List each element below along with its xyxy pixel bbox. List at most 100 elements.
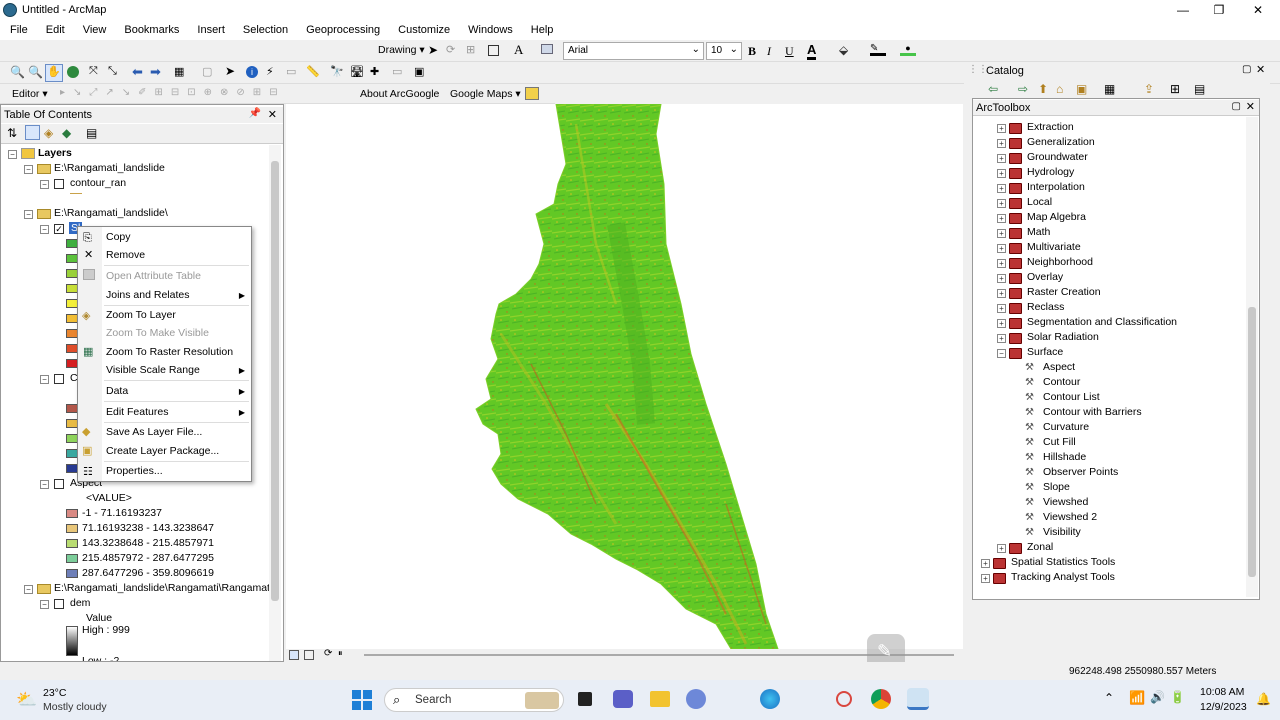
underline-button[interactable]: U [785, 44, 794, 59]
tool-item[interactable]: Hillshade [1043, 451, 1086, 463]
expand-icon[interactable]: + [997, 139, 1006, 148]
collapse-icon[interactable]: − [40, 225, 49, 234]
collapse-icon[interactable]: − [24, 210, 33, 219]
notifications-icon[interactable]: 🔔 [1256, 692, 1271, 706]
close-button[interactable]: ✕ [1240, 0, 1276, 20]
google-maps-menu[interactable]: Google Maps ▾ [450, 88, 521, 100]
arcmap-taskbar-icon[interactable] [907, 688, 929, 710]
expand-icon[interactable]: + [997, 214, 1006, 223]
maximize-button[interactable]: ❐ [1201, 0, 1237, 20]
home-folder-icon[interactable]: ⌂ [1056, 82, 1063, 96]
zoom-in-icon[interactable]: 🔍 [10, 65, 25, 79]
edit-tools-icon[interactable]: ▸↘⤢↗↘✐⊞⊟⊡⊕⊗⊘⊞⊟ [60, 87, 286, 98]
tool-item[interactable]: Viewshed [1043, 496, 1088, 508]
clock-time[interactable]: 10:08 AM [1200, 686, 1244, 698]
taskbar-search-box[interactable]: ⌕ Search [384, 688, 564, 712]
menu-file[interactable]: File [0, 24, 36, 36]
source-folder-3[interactable]: E:\Rangamati_landslide\Rangamati\Rangama… [54, 582, 275, 594]
italic-button[interactable]: I [767, 44, 771, 59]
tool-item[interactable]: Observer Points [1043, 466, 1118, 478]
expand-icon[interactable]: + [981, 559, 990, 568]
expand-icon[interactable]: + [997, 289, 1006, 298]
collapse-icon[interactable]: − [40, 480, 49, 489]
font-size-select[interactable]: 10 ⌄ [706, 42, 742, 60]
toolset-item[interactable]: Raster Creation [1027, 286, 1101, 298]
expand-icon[interactable]: + [997, 244, 1006, 253]
menu-item-zoom-to-make-visible[interactable]: Zoom To Make Visible [106, 327, 209, 339]
wifi-icon[interactable]: 📶 [1129, 690, 1145, 706]
toolset-item[interactable]: Solar Radiation [1027, 331, 1099, 343]
menu-item-remove[interactable]: Remove [106, 249, 145, 261]
map-view[interactable] [286, 104, 963, 649]
horizontal-scrollbar[interactable] [364, 654, 954, 656]
show-hidden-icons-icon[interactable]: ⌃ [1104, 691, 1114, 705]
menu-geoprocessing[interactable]: Geoprocessing [296, 24, 388, 36]
fixed-zoom-out-icon[interactable]: ⤡ [108, 65, 117, 78]
pin-icon[interactable]: 📌 [249, 108, 261, 119]
tool-item[interactable]: Contour [1043, 376, 1080, 388]
opera-icon[interactable] [836, 691, 852, 707]
zoom-out-icon[interactable]: 🔍 [28, 65, 43, 79]
menu-insert[interactable]: Insert [187, 24, 233, 36]
windows-start-icon[interactable] [352, 690, 372, 710]
arctoolbox-maximize-icon[interactable]: ▢ [1232, 101, 1241, 112]
line-color-icon[interactable]: ✎ [870, 43, 886, 56]
weather-desc[interactable]: Mostly cloudy [43, 701, 107, 713]
measure-icon[interactable]: 📏 [306, 65, 320, 78]
toc-scrollbar[interactable] [269, 145, 281, 661]
edge-browser-icon[interactable] [760, 689, 780, 709]
expand-icon[interactable]: + [997, 334, 1006, 343]
collapse-icon[interactable]: − [24, 585, 33, 594]
collapse-icon[interactable]: − [40, 600, 49, 609]
collapse-icon[interactable]: − [40, 180, 49, 189]
layer-visibility-checkbox[interactable] [54, 599, 64, 609]
collapse-icon[interactable]: − [24, 165, 33, 174]
full-extent-icon[interactable] [67, 66, 79, 78]
pan-icon[interactable]: ✋ [45, 64, 63, 82]
layer-visibility-checkbox[interactable] [54, 179, 64, 189]
toolset-item[interactable]: Surface [1027, 346, 1063, 358]
toolset-item[interactable]: Reclass [1027, 301, 1064, 313]
layer-visibility-checkbox[interactable] [54, 479, 64, 489]
data-view-icon[interactable] [289, 650, 299, 660]
layer-contour[interactable]: contour_ran [70, 177, 126, 189]
toolset-item[interactable]: Map Algebra [1027, 211, 1086, 223]
rotate-icon[interactable]: ⟳ [446, 43, 455, 56]
toolset-item[interactable]: Hydrology [1027, 166, 1074, 178]
list-by-visibility-icon[interactable]: ◈ [44, 126, 53, 140]
minimize-button[interactable]: — [1165, 0, 1201, 20]
forward-icon[interactable]: ➡ [150, 64, 161, 80]
toolset-item[interactable]: Extraction [1027, 121, 1074, 133]
menu-item-zoom-raster-resolution[interactable]: Zoom To Raster Resolution [106, 346, 233, 358]
menu-item-data[interactable]: Data [106, 385, 128, 397]
expand-icon[interactable]: + [997, 124, 1006, 133]
layout-view-icon[interactable] [304, 650, 314, 660]
pause-icon[interactable]: ⏸ [338, 648, 343, 659]
battery-icon[interactable]: 🔋 [1170, 690, 1185, 704]
toolset-item[interactable]: Zonal [1027, 541, 1053, 553]
menu-item-create-layer-package[interactable]: Create Layer Package... [106, 445, 219, 457]
menu-item-properties[interactable]: Properties... [106, 465, 163, 477]
collapse-icon[interactable]: − [40, 375, 49, 384]
expand-icon[interactable]: + [997, 169, 1006, 178]
bold-button[interactable]: B [748, 44, 756, 59]
toggle-contents-icon[interactable]: ⊞ [1170, 82, 1180, 96]
text-icon[interactable]: A [514, 42, 523, 58]
time-slider-icon[interactable]: ▭ [392, 65, 402, 78]
arctoolbox-scrollbar-thumb[interactable] [1248, 307, 1256, 577]
clock-date[interactable]: 12/9/2023 [1200, 701, 1247, 713]
select-features-icon[interactable]: ▦ [174, 65, 184, 78]
find-route-icon[interactable]: 🛣 [350, 65, 364, 78]
fixed-zoom-in-icon[interactable]: ⤧ [89, 65, 98, 78]
menu-item-zoom-to-layer[interactable]: Zoom To Layer [106, 309, 176, 321]
tool-item[interactable]: Visibility [1043, 526, 1081, 538]
tool-item[interactable]: Cut Fill [1043, 436, 1076, 448]
toolset-item[interactable]: Local [1027, 196, 1052, 208]
toolset-item[interactable]: Overlay [1027, 271, 1063, 283]
expand-icon[interactable]: + [997, 319, 1006, 328]
menu-bookmarks[interactable]: Bookmarks [114, 24, 187, 36]
go-to-xy-icon[interactable]: ✚ [370, 65, 379, 78]
find-icon[interactable]: 🔭 [330, 65, 344, 78]
menu-item-open-attribute-table[interactable]: Open Attribute Table [106, 270, 201, 282]
tool-item[interactable]: Curvature [1043, 421, 1089, 433]
